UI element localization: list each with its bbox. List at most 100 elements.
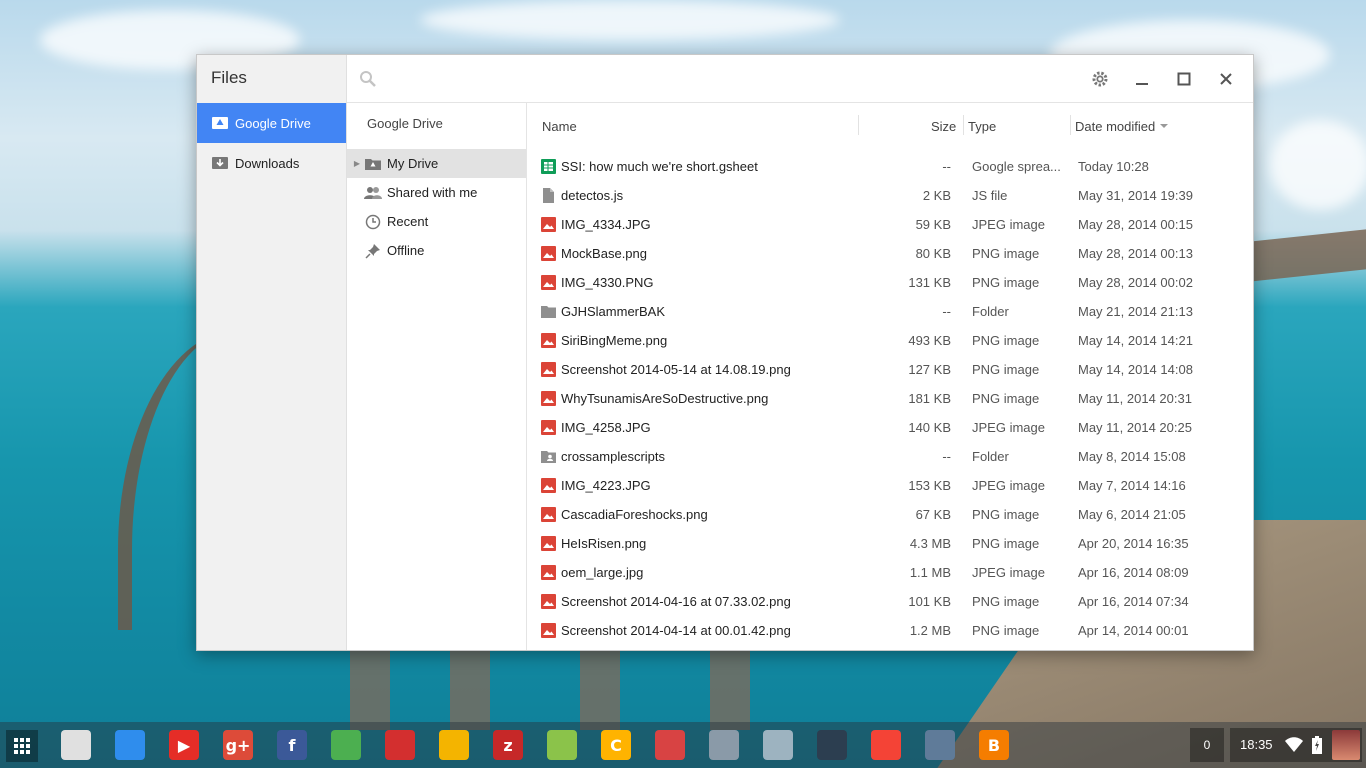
generic-file-icon <box>541 188 556 203</box>
youtube-icon[interactable]: ▶ <box>169 730 199 760</box>
play-music-icon[interactable] <box>439 730 469 760</box>
file-row[interactable]: SSI: how much we're short.gsheet -- Google… <box>527 152 1253 181</box>
image-file-icon <box>541 391 556 406</box>
file-type: JPEG image <box>972 420 1045 435</box>
file-row[interactable]: IMG_4330.PNG 131 KB PNG image May 28, 2014 … <box>527 268 1253 297</box>
app-launcher-button[interactable] <box>6 730 38 762</box>
file-date-modified: May 28, 2014 00:15 <box>1078 217 1193 232</box>
toolbox-icon[interactable] <box>655 730 685 760</box>
file-name: WhyTsunamisAreSoDestructive.png <box>561 391 769 406</box>
maximize-icon <box>1177 72 1191 86</box>
file-row[interactable]: crossamplescripts -- Folder May 8, 2014 15:… <box>527 442 1253 471</box>
clock: 18:35 <box>1240 737 1273 752</box>
file-row[interactable]: MockBase.png 80 KB PNG image May 28, 2014 0… <box>527 239 1253 268</box>
file-size: 67 KB <box>915 507 951 522</box>
file-type: JS file <box>972 188 1008 203</box>
file-size: 80 KB <box>915 246 951 261</box>
file-name: IMG_4258.JPG <box>561 420 651 435</box>
user-avatar <box>1332 730 1360 760</box>
tree-item-offline[interactable]: Offline <box>347 236 526 265</box>
shared-people-icon <box>364 185 382 201</box>
c-app-icon[interactable]: C <box>601 730 631 760</box>
chrome-icon[interactable] <box>331 730 361 760</box>
cube-app-icon[interactable] <box>763 730 793 760</box>
tree-item-shared-with-me[interactable]: Shared with me <box>347 178 526 207</box>
maximize-button[interactable] <box>1172 67 1196 91</box>
root-item-downloads[interactable]: Downloads <box>197 143 346 183</box>
file-row[interactable]: Screenshot 2014-04-16 at 07.33.02.png 101… <box>527 587 1253 616</box>
file-list: Name Size Type Date modified SSI: how mu… <box>527 103 1253 650</box>
file-row[interactable]: WhyTsunamisAreSoDestructive.png 181 KB PNG… <box>527 384 1253 413</box>
column-header-size[interactable]: Size <box>931 119 956 134</box>
search-input[interactable] <box>385 67 985 91</box>
file-row[interactable]: IMG_4258.JPG 140 KB JPEG image May 11, 2014… <box>527 413 1253 442</box>
image-file-icon <box>541 623 556 638</box>
files-app-icon[interactable] <box>115 730 145 760</box>
file-row[interactable]: Screenshot 2014-04-14 at 00.01.42.png 1.2… <box>527 616 1253 645</box>
column-header-date-label: Date modified <box>1075 118 1156 134</box>
file-name: GJHSlammerBAK <box>561 304 666 319</box>
downloads-icon <box>212 156 228 170</box>
file-date-modified: May 14, 2014 14:08 <box>1078 362 1193 377</box>
file-size: 101 KB <box>908 594 951 609</box>
file-type: JPEG image <box>972 217 1045 232</box>
roots-sidebar: Files Google Drive Downloads <box>197 55 347 650</box>
google-plus-icon[interactable]: g+ <box>223 730 253 760</box>
blogger-icon[interactable]: B <box>979 730 1009 760</box>
settings-gear-button[interactable] <box>1088 67 1112 91</box>
file-date-modified: Today 10:28 <box>1078 159 1149 174</box>
clock-icon <box>364 214 382 230</box>
file-row[interactable]: IMG_4334.JPG 59 KB JPEG image May 28, 2014 … <box>527 210 1253 239</box>
tree-item-recent[interactable]: Recent <box>347 207 526 236</box>
file-type: JPEG image <box>972 565 1045 580</box>
waveform-app-icon[interactable] <box>817 730 847 760</box>
file-rows: SSI: how much we're short.gsheet -- Google… <box>527 149 1253 645</box>
image-file-icon <box>541 333 556 348</box>
sunset-app-icon[interactable] <box>871 730 901 760</box>
file-row[interactable]: IMG_4223.JPG 153 KB JPEG image May 7, 2014 … <box>527 471 1253 500</box>
file-name: Screenshot 2014-04-16 at 07.33.02.png <box>561 594 791 609</box>
gear-icon <box>1092 71 1108 87</box>
file-date-modified: May 8, 2014 15:08 <box>1078 449 1186 464</box>
sleep-blocker-icon[interactable]: z <box>493 730 523 760</box>
file-date-modified: May 31, 2014 19:39 <box>1078 188 1193 203</box>
status-area[interactable]: 18:35 <box>1230 728 1362 762</box>
file-row[interactable]: SiriBingMeme.png 493 KB PNG image May 14, 2… <box>527 326 1253 355</box>
facebook-icon[interactable]: f <box>277 730 307 760</box>
file-date-modified: May 21, 2014 21:13 <box>1078 304 1193 319</box>
web-store-icon[interactable] <box>61 730 91 760</box>
file-row[interactable]: CascadiaForeshocks.png 67 KB PNG image May … <box>527 500 1253 529</box>
column-header-name[interactable]: Name <box>542 119 577 134</box>
search-icon[interactable] <box>359 70 377 88</box>
box-app-icon[interactable] <box>709 730 739 760</box>
root-item-google-drive[interactable]: Google Drive <box>197 103 346 143</box>
battery-icon <box>1312 736 1322 754</box>
app-title: Files <box>211 68 247 87</box>
google-maps-icon[interactable] <box>547 730 577 760</box>
tree-item-my-drive[interactable]: ▶ My Drive <box>347 149 526 178</box>
file-row[interactable]: detectos.js 2 KB JS file May 31, 2014 19:39 <box>527 181 1253 210</box>
file-size: 4.3 MB <box>909 536 951 551</box>
chrome-tools-icon[interactable] <box>925 730 955 760</box>
notification-count-button[interactable]: 0 <box>1190 728 1224 762</box>
column-header-date-modified[interactable]: Date modified <box>1075 119 1170 134</box>
file-row[interactable]: GJHSlammerBAK -- Folder May 21, 2014 21:13 <box>527 297 1253 326</box>
column-header-type[interactable]: Type <box>968 119 996 134</box>
file-type: PNG image <box>972 594 1040 609</box>
play-movies-icon[interactable] <box>385 730 415 760</box>
file-size: 2 KB <box>922 188 951 203</box>
file-size: 127 KB <box>908 362 951 377</box>
file-type: Google sprea... <box>972 159 1061 174</box>
minimize-button[interactable] <box>1130 67 1154 91</box>
file-row[interactable]: HeIsRisen.png 4.3 MB PNG image Apr 20, 2014… <box>527 529 1253 558</box>
expand-arrow-icon[interactable]: ▶ <box>352 159 362 168</box>
file-type: JPEG image <box>972 478 1045 493</box>
pin-icon <box>364 243 382 259</box>
close-button[interactable] <box>1214 67 1238 91</box>
file-row[interactable]: Screenshot 2014-05-14 at 14.08.19.png 127… <box>527 355 1253 384</box>
file-row[interactable]: oem_large.jpg 1.1 MB JPEG image Apr 16, 201… <box>527 558 1253 587</box>
file-type: Folder <box>972 449 1009 464</box>
file-size: 140 KB <box>908 420 951 435</box>
file-name: Screenshot 2014-05-14 at 14.08.19.png <box>561 362 791 377</box>
google-drive-icon <box>212 116 228 130</box>
